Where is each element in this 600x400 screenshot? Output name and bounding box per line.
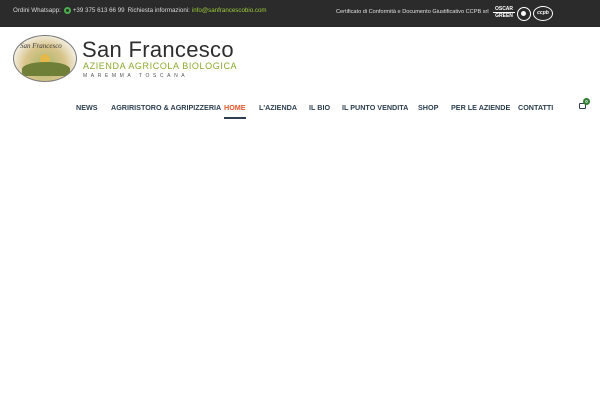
nav-item-contatti[interactable]: CONTATTI: [518, 103, 553, 112]
certificate-link[interactable]: Certificato di Conformità e Documento Gi…: [336, 9, 489, 15]
whatsapp-label: Ordini Whatsapp:: [13, 7, 61, 14]
email-link[interactable]: info@sanfrancescobio.com: [192, 7, 267, 14]
ccpb-logo[interactable]: ccpb: [533, 6, 553, 21]
nav-item-azienda[interactable]: L'AZIENDA: [259, 103, 297, 112]
hill-icon: [22, 62, 70, 76]
nav-item-agriristoro[interactable]: AGRIRISTORO & AGRIPIZZERIA: [111, 103, 221, 112]
brand-location: MAREMMA TOSCANA: [83, 73, 189, 79]
main-navigation: NEWS AGRIRISTORO & AGRIPIZZERIA HOME L'A…: [0, 103, 600, 123]
brand-subtitle: AZIENDA AGRICOLA BIOLOGICA: [83, 61, 238, 71]
nav-item-home[interactable]: HOME: [224, 103, 246, 119]
whatsapp-number-link[interactable]: +39 375 613 66 99: [73, 7, 125, 14]
oscar-green-logo[interactable]: OSCAR GREEN: [493, 6, 515, 21]
nav-item-shop[interactable]: SHOP: [418, 103, 438, 112]
emblem-text: San Francesco: [20, 42, 62, 50]
top-bar: Ordini Whatsapp: +39 375 613 66 99 Richi…: [0, 0, 600, 27]
contact-info: Ordini Whatsapp: +39 375 613 66 99 Richi…: [13, 7, 267, 14]
whatsapp-icon: [63, 7, 71, 14]
brand-logo[interactable]: San Francesco: [13, 35, 77, 82]
brand-title[interactable]: San Francesco: [82, 37, 234, 63]
main-content-area: [0, 127, 600, 400]
nav-item-il-bio[interactable]: IL BIO: [309, 103, 330, 112]
certification-seal-icon[interactable]: [517, 7, 531, 21]
nav-item-per-le-aziende[interactable]: PER LE AZIENDE: [451, 103, 510, 112]
cart-button[interactable]: 0: [576, 98, 590, 110]
nav-item-punto-vendita[interactable]: IL PUNTO VENDITA: [342, 103, 408, 112]
site-header: San Francesco San Francesco AZIENDA AGRI…: [0, 27, 600, 127]
cart-count-badge: 0: [583, 98, 590, 105]
nav-item-news[interactable]: NEWS: [76, 103, 98, 112]
info-label: Richiesta informazioni:: [127, 7, 190, 14]
